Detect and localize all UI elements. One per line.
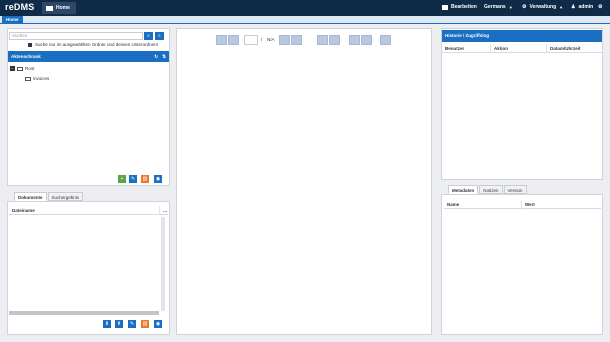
delete-document-button[interactable]: ▥: [141, 320, 149, 328]
download-icon: ⬇: [104, 321, 110, 327]
folder-icon: [17, 66, 23, 71]
search-button[interactable]: ⌕: [144, 32, 153, 40]
folder-search-label: Suche nur im ausgewählten Ordner und des…: [35, 42, 159, 47]
tab-documents[interactable]: Dokumente: [14, 192, 47, 201]
tree-item-label: invoices: [33, 76, 50, 81]
column-value[interactable]: Wert: [522, 200, 601, 209]
tab-notes[interactable]: Notizen: [479, 185, 503, 194]
tab-metadata[interactable]: Metadaten: [448, 185, 479, 194]
edit-icon: ✎: [129, 321, 135, 327]
home-tab[interactable]: Home: [42, 2, 76, 14]
edit-icon: ✎: [130, 176, 136, 182]
cogs-icon: ⚙: [522, 4, 527, 10]
monitor-icon: [46, 5, 53, 11]
download-button[interactable]: ⬇: [103, 320, 111, 328]
zoom-in-button[interactable]: [349, 35, 360, 45]
fit-width-button[interactable]: [317, 35, 328, 45]
column-action[interactable]: Aktion: [491, 44, 547, 53]
search-icon: ⌕: [147, 33, 150, 39]
sort-icon[interactable]: ⇅: [162, 51, 166, 62]
top-navbar: reDMS Home Bearbeiten Germans ▼ ⚙ Verwal…: [0, 0, 610, 16]
chevron-down-icon: ▼: [559, 4, 564, 10]
document-viewer: [176, 28, 432, 335]
search-plus-icon: ⌕: [158, 33, 161, 39]
settings-icon[interactable]: ⚙: [598, 4, 602, 10]
refresh-icon[interactable]: ↻: [154, 51, 158, 62]
trash-icon: ▥: [142, 176, 148, 182]
tab-search-results[interactable]: Suchergebnis: [47, 192, 84, 201]
last-page-button[interactable]: [291, 35, 302, 45]
fullscreen-button[interactable]: [380, 35, 391, 45]
tree-item-invoices[interactable]: invoices: [25, 76, 49, 81]
menu-verwaltung-label: Verwaltung: [529, 4, 557, 10]
folder-panel-header: Aktenschrank ↻ ⇅: [8, 51, 169, 62]
trash-icon: ▥: [142, 321, 148, 327]
documents-tabs: Dokumente Suchergebnis: [14, 192, 84, 201]
horizontal-scrollbar[interactable]: [9, 311, 159, 315]
edit-folder-button[interactable]: ✎: [129, 175, 137, 183]
metadata-tabs: Metadaten Notizen Version: [448, 185, 528, 194]
page-total: N/A: [267, 37, 275, 42]
advanced-search-button[interactable]: ⌕: [155, 32, 164, 40]
next-page-button[interactable]: [279, 35, 290, 45]
menu-language-label: Germans: [484, 4, 506, 10]
breadcrumb-home[interactable]: Home: [2, 16, 23, 24]
plus-icon: +: [120, 176, 124, 182]
chevron-down-icon: ▼: [508, 4, 513, 10]
folder-icon: [25, 76, 31, 81]
folder-info-button[interactable]: ◉: [154, 175, 162, 183]
breadcrumb-bar: Home: [0, 16, 610, 24]
tree-item-root[interactable]: − Root: [10, 66, 35, 71]
search-input[interactable]: Suchen: [9, 32, 143, 40]
add-folder-button[interactable]: +: [118, 175, 126, 183]
history-panel-header: Historie / Zugriffslog: [442, 30, 602, 42]
tab-version[interactable]: Version: [503, 185, 527, 194]
documents-table-header: Dateiname …: [9, 206, 168, 215]
folder-search-checkbox[interactable]: [28, 43, 32, 47]
column-name[interactable]: Name: [444, 200, 522, 209]
column-user[interactable]: Benutzer: [442, 44, 491, 53]
home-tab-label: Home: [56, 5, 70, 11]
column-menu[interactable]: …: [160, 206, 168, 215]
collapse-icon[interactable]: −: [10, 66, 15, 71]
app-brand[interactable]: reDMS: [5, 2, 35, 12]
prev-page-button[interactable]: [228, 35, 239, 45]
delete-folder-button[interactable]: ▥: [141, 175, 149, 183]
info-icon: ◉: [155, 176, 161, 182]
user-icon: ♟: [571, 4, 576, 10]
zoom-out-button[interactable]: [361, 35, 372, 45]
menu-language[interactable]: Germans ▼: [484, 4, 513, 10]
menu-bearbeiten[interactable]: Bearbeiten: [442, 4, 477, 10]
document-info-button[interactable]: ◉: [154, 320, 162, 328]
column-filename[interactable]: Dateiname: [9, 206, 160, 215]
menu-user-label: admin: [578, 4, 594, 10]
menu-verwaltung[interactable]: ⚙ Verwaltung ▼: [522, 4, 563, 10]
tree-item-label: Root: [25, 66, 35, 71]
folder-icon: [442, 4, 448, 10]
page-number-input[interactable]: [244, 35, 258, 45]
upload-icon: ⬆: [116, 321, 122, 327]
vertical-scrollbar[interactable]: [161, 217, 165, 311]
first-page-button[interactable]: [216, 35, 227, 45]
folder-panel-title: Aktenschrank: [11, 54, 41, 59]
fit-page-button[interactable]: [329, 35, 340, 45]
column-datetime[interactable]: Datum/Uhrzeit: [547, 44, 602, 53]
history-table-header: Benutzer Aktion Datum/Uhrzeit: [442, 44, 602, 53]
menu-bearbeiten-label: Bearbeiten: [451, 4, 477, 10]
page-separator: /: [261, 37, 263, 42]
edit-document-button[interactable]: ✎: [128, 320, 136, 328]
menu-user[interactable]: ♟ admin: [571, 4, 593, 10]
upload-button[interactable]: ⬆: [115, 320, 123, 328]
metadata-panel: [441, 194, 603, 335]
info-icon: ◉: [155, 321, 161, 327]
metadata-table-header: Name Wert: [444, 200, 601, 209]
